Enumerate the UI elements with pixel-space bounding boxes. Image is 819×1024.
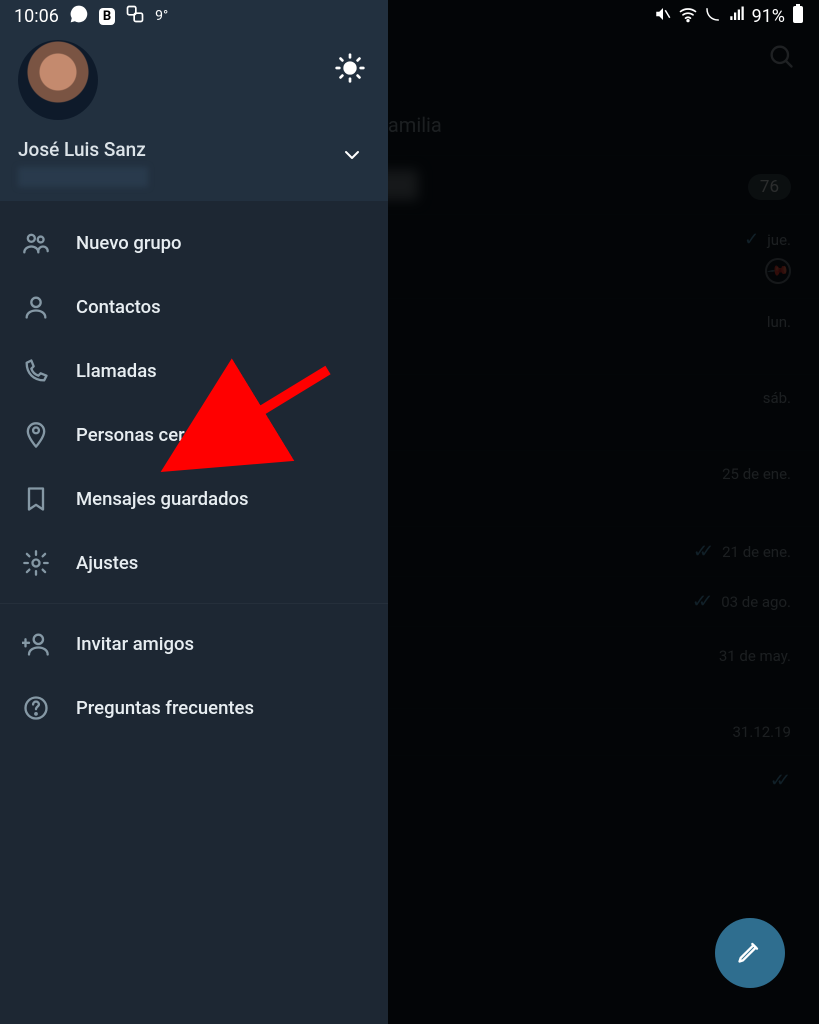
menu-people-nearby[interactable]: Personas cerca bbox=[0, 403, 388, 467]
menu-invite-friends[interactable]: Invitar amigos bbox=[0, 612, 388, 676]
bookmark-icon bbox=[22, 485, 50, 513]
translate-icon bbox=[125, 4, 145, 29]
menu-label: Mensajes guardados bbox=[76, 488, 249, 510]
mute-icon bbox=[654, 5, 672, 28]
gear-icon bbox=[22, 549, 50, 577]
app-icon: B bbox=[99, 8, 115, 25]
menu-label: Nuevo grupo bbox=[76, 232, 182, 254]
menu-label: Ajustes bbox=[76, 552, 138, 574]
status-temp: 9° bbox=[155, 8, 168, 24]
person-icon bbox=[22, 293, 50, 321]
group-icon bbox=[22, 229, 50, 257]
navigation-drawer: José Luis Sanz Nuevo grupo Contactos Lla… bbox=[0, 0, 388, 1024]
signal-icon bbox=[728, 5, 746, 28]
menu-contacts[interactable]: Contactos bbox=[0, 275, 388, 339]
menu-separator bbox=[0, 603, 388, 604]
menu-faq[interactable]: Preguntas frecuentes bbox=[0, 676, 388, 740]
menu-label: Invitar amigos bbox=[76, 633, 194, 655]
avatar[interactable] bbox=[18, 40, 98, 120]
menu-label: Contactos bbox=[76, 296, 161, 318]
theme-toggle-icon[interactable] bbox=[334, 52, 366, 84]
menu-label: Personas cerca bbox=[76, 424, 204, 446]
status-battery: 91% bbox=[752, 6, 785, 27]
whatsapp-icon bbox=[69, 4, 89, 29]
volte-icon bbox=[704, 5, 722, 28]
person-add-icon bbox=[22, 630, 50, 658]
pencil-icon bbox=[736, 937, 764, 969]
menu-label: Preguntas frecuentes bbox=[76, 697, 254, 719]
user-name: José Luis Sanz bbox=[18, 138, 370, 161]
menu-new-group[interactable]: Nuevo grupo bbox=[0, 211, 388, 275]
chevron-down-icon[interactable] bbox=[340, 143, 364, 171]
phone-icon bbox=[22, 357, 50, 385]
help-icon bbox=[22, 694, 50, 722]
person-pin-icon bbox=[22, 421, 50, 449]
redacted-text bbox=[18, 167, 148, 187]
status-time: 10:06 bbox=[14, 6, 59, 27]
wifi-icon bbox=[678, 4, 698, 29]
status-bar: 10:06 B 9° 91% bbox=[0, 0, 819, 32]
compose-fab[interactable] bbox=[715, 918, 785, 988]
menu-calls[interactable]: Llamadas bbox=[0, 339, 388, 403]
menu-saved-messages[interactable]: Mensajes guardados bbox=[0, 467, 388, 531]
battery-icon bbox=[791, 4, 805, 29]
menu-settings[interactable]: Ajustes bbox=[0, 531, 388, 595]
menu-label: Llamadas bbox=[76, 360, 157, 382]
drawer-menu: Nuevo grupo Contactos Llamadas Personas … bbox=[0, 201, 388, 750]
